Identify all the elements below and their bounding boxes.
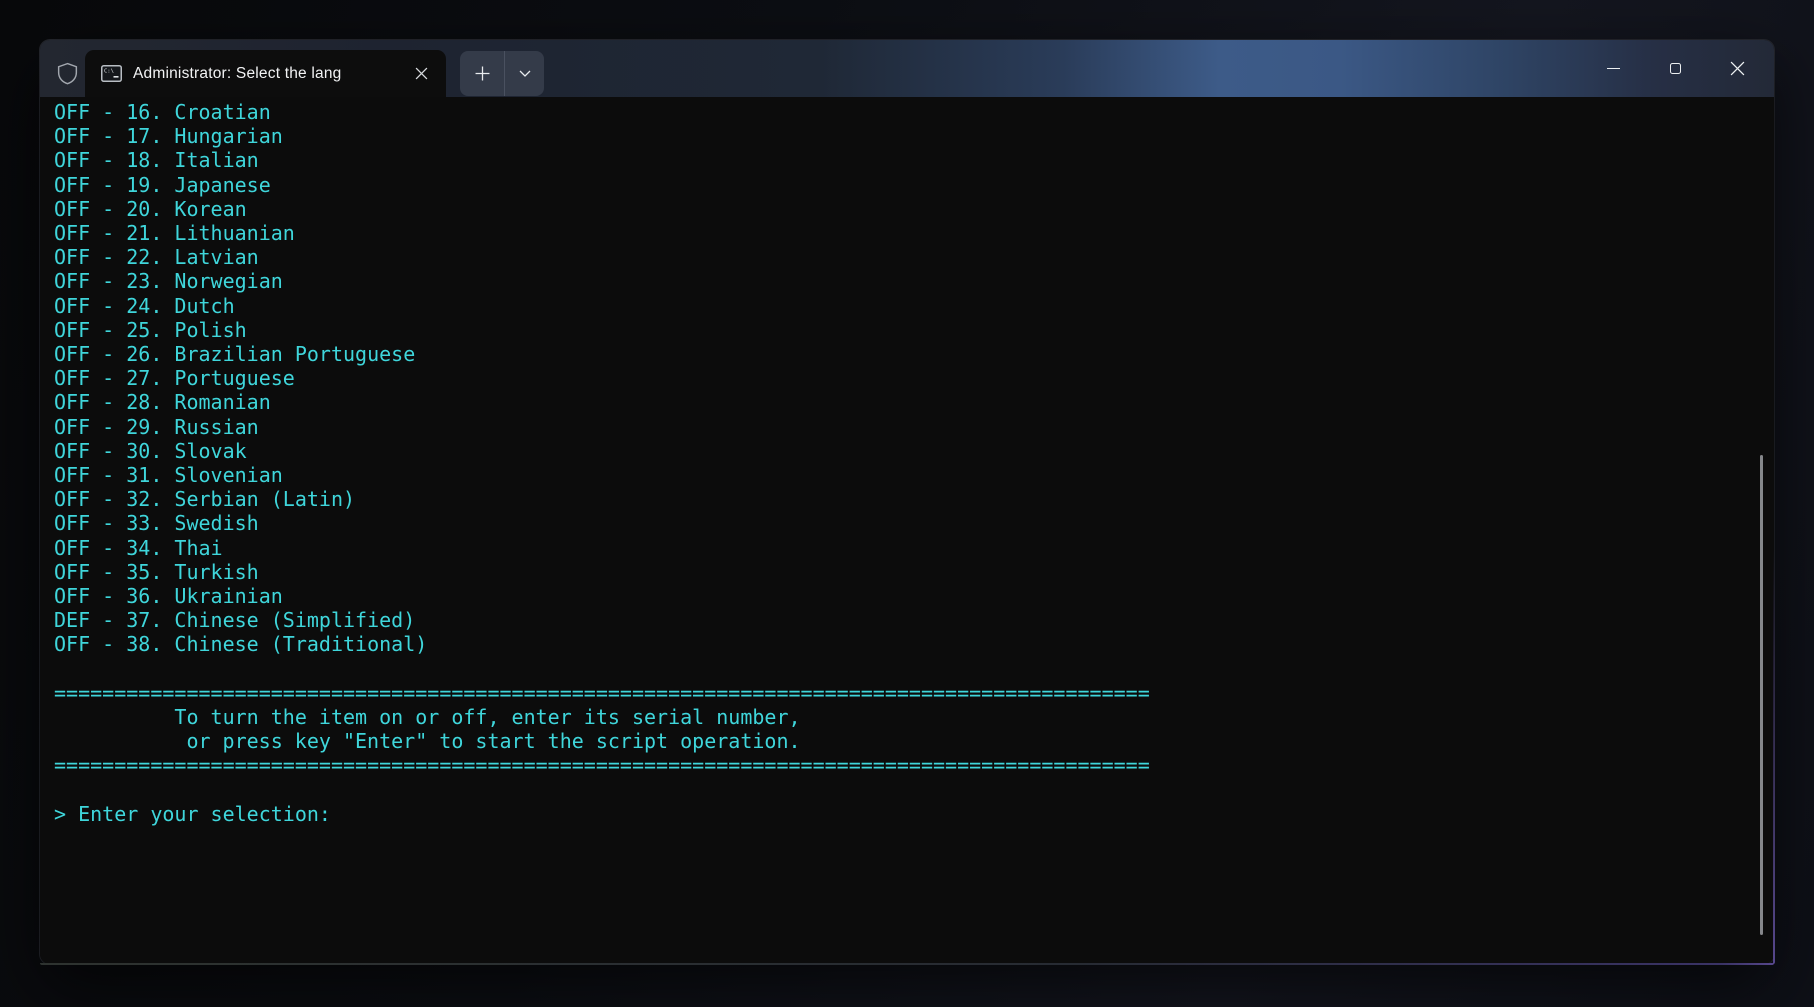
titlebar[interactable]: C:\ Administrator: Select the lang	[40, 40, 1774, 97]
tab-close-icon[interactable]	[406, 59, 436, 89]
language-row: OFF - 34. Thai	[54, 535, 223, 560]
selection-prompt: > Enter your selection:	[54, 801, 331, 826]
scrollbar-thumb[interactable]	[1760, 455, 1763, 935]
maximize-button[interactable]	[1644, 40, 1706, 97]
language-row: OFF - 25. Polish	[54, 317, 247, 342]
terminal-window: C:\ Administrator: Select the lang OFF -…	[40, 40, 1775, 965]
tab-dropdown-button[interactable]	[504, 51, 544, 96]
close-icon	[1730, 61, 1744, 76]
new-tab-group	[460, 51, 544, 96]
language-row: OFF - 32. Serbian (Latin)	[54, 487, 356, 512]
minimize-icon	[1606, 68, 1620, 69]
instruction-line: or press key "Enter" to start the script…	[186, 729, 801, 754]
language-row: OFF - 36. Ukrainian	[54, 584, 283, 609]
window-controls	[1582, 40, 1768, 97]
new-tab-button[interactable]	[460, 51, 504, 96]
separator-line: ========================================…	[54, 753, 1150, 778]
language-row: OFF - 24. Dutch	[54, 293, 235, 318]
command-prompt-icon: C:\	[101, 65, 122, 82]
language-row: OFF - 31. Slovenian	[54, 463, 283, 488]
language-row: OFF - 18. Italian	[54, 148, 259, 173]
language-row: OFF - 38. Chinese (Traditional)	[54, 632, 428, 657]
language-row: OFF - 21. Lithuanian	[54, 221, 295, 246]
language-row: OFF - 27. Portuguese	[54, 366, 295, 391]
language-row: OFF - 28. Romanian	[54, 390, 271, 415]
maximize-icon	[1669, 63, 1681, 74]
language-row: OFF - 20. Korean	[54, 196, 247, 221]
desktop-background: C:\ Administrator: Select the lang OFF -…	[0, 0, 1814, 1007]
language-row: OFF - 35. Turkish	[54, 559, 259, 584]
language-list: OFF - 16. Croatian OFF - 17. Hungarian OFF…	[54, 100, 1774, 657]
language-row: OFF - 23. Norwegian	[54, 269, 283, 294]
tab-title: Administrator: Select the lang	[133, 64, 342, 82]
admin-shield-icon	[55, 61, 80, 86]
language-row: OFF - 26. Brazilian Portuguese	[54, 342, 416, 367]
language-row: OFF - 16. Croatian	[54, 100, 271, 124]
language-row: OFF - 22. Latvian	[54, 245, 259, 270]
instruction-line: To turn the item on or off, enter its se…	[174, 705, 801, 730]
language-row: OFF - 29. Russian	[54, 414, 259, 439]
svg-text:C:\: C:\	[104, 69, 114, 75]
language-row: OFF - 17. Hungarian	[54, 124, 283, 149]
tab-active[interactable]: C:\ Administrator: Select the lang	[85, 50, 446, 97]
close-button[interactable]	[1706, 40, 1768, 97]
language-row: OFF - 30. Slovak	[54, 438, 247, 463]
separator-line: ========================================…	[54, 680, 1150, 705]
terminal-content[interactable]: OFF - 16. Croatian OFF - 17. Hungarian OFF…	[40, 97, 1774, 964]
language-row: DEF - 37. Chinese (Simplified)	[54, 608, 416, 633]
language-row: OFF - 33. Swedish	[54, 511, 259, 536]
language-row: OFF - 19. Japanese	[54, 172, 271, 197]
minimize-button[interactable]	[1582, 40, 1644, 97]
